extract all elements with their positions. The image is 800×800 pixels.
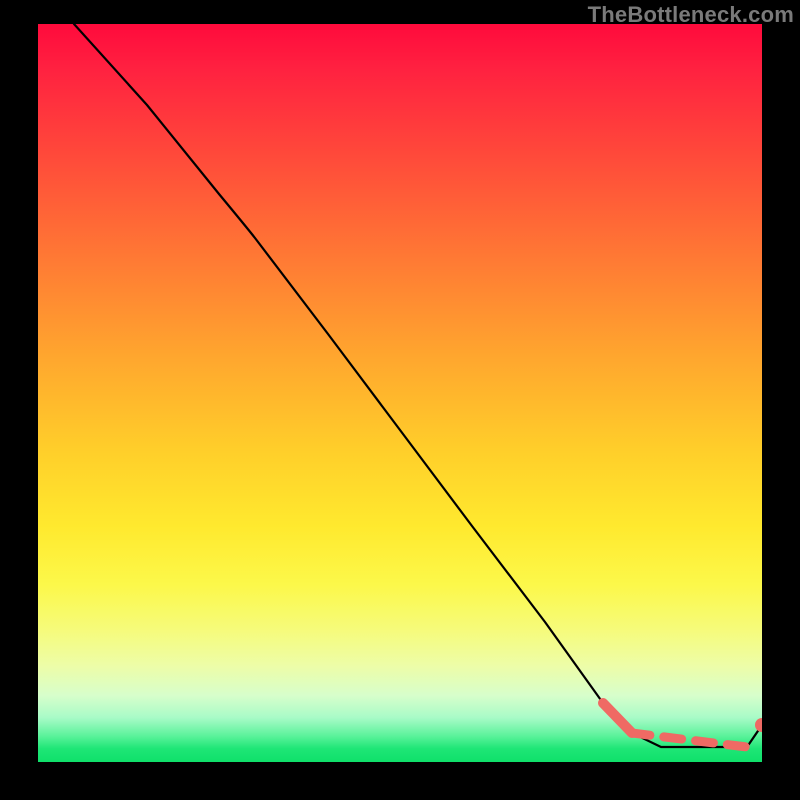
plot-area: [38, 24, 762, 762]
chart-svg: [38, 24, 762, 762]
main-curve: [74, 24, 762, 747]
highlight-segment-bold: [603, 703, 632, 733]
end-marker: [755, 718, 762, 732]
chart-frame: TheBottleneck.com: [0, 0, 800, 800]
watermark-text: TheBottleneck.com: [588, 2, 794, 28]
highlight-segment-dashed: [632, 733, 747, 747]
